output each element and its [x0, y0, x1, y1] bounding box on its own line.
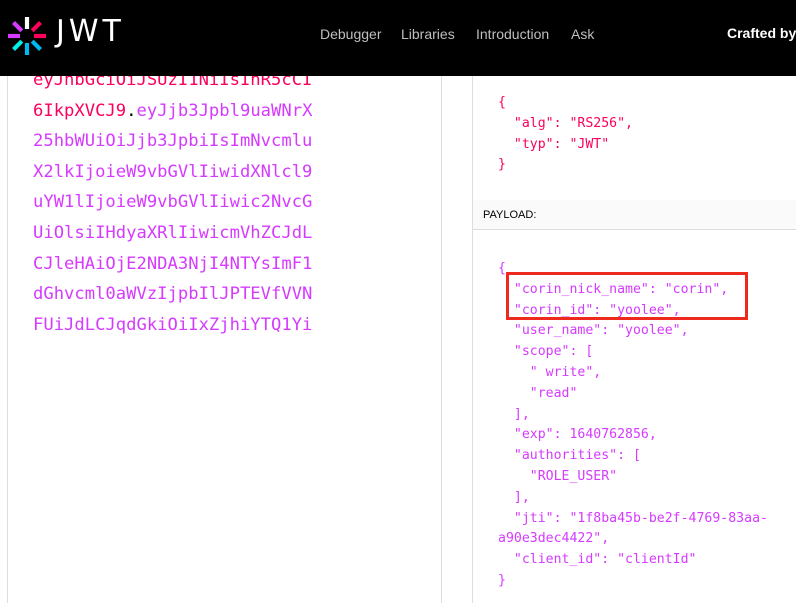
jwt-logo-icon[interactable] [6, 15, 48, 57]
json-line: } [498, 157, 506, 173]
token-segment-purple: X2lkIjoieW9vbGVlIiwidXNlcl9 [33, 161, 313, 182]
nav-introduction[interactable]: Introduction [476, 26, 549, 42]
token-line: X2lkIjoieW9vbGVlIiwidXNlcl9 [33, 157, 312, 188]
json-line: "client_id": "clientId" [498, 552, 697, 568]
token-segment-purple: FUiJdLCJqdGkiOiIxZjhiYTQ1Yi [33, 314, 313, 335]
token-line: UiOlsiIHdyaXRlIiwicmVhZCJdL [33, 218, 312, 249]
nav-libraries[interactable]: Libraries [401, 26, 455, 42]
token-line: dGhvcml0aWVzIjpbIlJPTEVfVVN [33, 279, 312, 310]
token-segment-purple: dGhvcml0aWVzIjpbIlJPTEVfVVN [33, 284, 313, 305]
json-line: a90e3dec4422", [498, 531, 610, 547]
json-line: { [498, 261, 506, 276]
token-segment-purple: eyJjb3Jpbl9uaWNrX [136, 100, 313, 121]
token-segment-red: eyJhbGciOiJSUzI1NiIsInR5cCI [33, 76, 313, 90]
token-segment-purple: uYW1lIjoieW9vbGVlIiwic2NvcG [33, 192, 313, 213]
nav-debugger[interactable]: Debugger [320, 26, 382, 42]
token-line: CJleHAiOjE2NDA3NjI4NTYsImF1 [33, 249, 312, 280]
json-line: ], [498, 406, 530, 422]
payload-json-text[interactable]: { "corin_nick_name": "corin", "corin_id"… [498, 259, 768, 592]
header-json-text[interactable]: { "alg": "RS256", "typ": "JWT"} [498, 93, 633, 176]
json-line: "read" [498, 385, 578, 401]
encoded-token-text[interactable]: eyJhbGciOiJSUzI1NiIsInR5cCI 6IkpXVCJ9.eyJ… [33, 76, 312, 340]
encoded-token-panel[interactable]: eyJhbGciOiJSUzI1NiIsInR5cCI 6IkpXVCJ9.eyJ… [7, 76, 442, 603]
json-line: "jti": "1f8ba45b-be2f-4769-83aa- [498, 510, 768, 526]
logo-wordmark[interactable]: JWT [56, 14, 125, 49]
crafted-by-text[interactable]: Crafted by [727, 25, 796, 41]
token-line: FUiJdLCJqdGkiOiIxZjhiYTQ1Yi [33, 310, 312, 341]
token-segment-red: 6IkpXVCJ9 [33, 100, 127, 121]
json-line: "exp": 1640762856, [498, 427, 657, 443]
json-line: "user_name": "yoolee", [498, 323, 689, 339]
json-line: { [498, 95, 506, 110]
json-line: "alg": "RS256", [498, 115, 633, 131]
json-line: } [498, 572, 506, 588]
json-line: "corin_id": "yoolee", [498, 302, 681, 318]
token-segment-purple: UiOlsiIHdyaXRlIiwicmVhZCJdL [33, 222, 313, 243]
top-navigation-bar: JWT Debugger Libraries Introduction Ask … [0, 0, 796, 76]
nav-ask[interactable]: Ask [571, 26, 594, 42]
json-line: "scope": [ [498, 344, 594, 360]
json-line: "typ": "JWT" [498, 136, 610, 152]
token-segment-purple: 25hbWUiOiJjb3JpbiIsImNvcmlu [33, 131, 313, 152]
token-line: eyJhbGciOiJSUzI1NiIsInR5cCI [33, 76, 312, 96]
json-line: "corin_nick_name": "corin", [498, 281, 729, 297]
token-line: 25hbWUiOiJjb3JpbiIsImNvcmlu [33, 126, 312, 157]
token-segment-purple: CJleHAiOjE2NDA3NjI4NTYsImF1 [33, 253, 313, 274]
token-line: uYW1lIjoieW9vbGVlIiwic2NvcG [33, 187, 312, 218]
header-json-editor[interactable]: { "alg": "RS256", "typ": "JWT"} [473, 76, 796, 201]
decoded-panel: { "alg": "RS256", "typ": "JWT"} PAYLOAD:… [472, 76, 796, 603]
json-line: "authorities": [ [498, 448, 641, 464]
json-line: " write", [498, 364, 602, 380]
json-line: ], [498, 489, 530, 505]
json-line: "ROLE_USER" [498, 468, 618, 484]
token-segment-dot: . [126, 100, 137, 121]
payload-section-label: PAYLOAD: [473, 200, 796, 230]
token-line: 6IkpXVCJ9.eyJjb3Jpbl9uaWNrX [33, 96, 312, 127]
